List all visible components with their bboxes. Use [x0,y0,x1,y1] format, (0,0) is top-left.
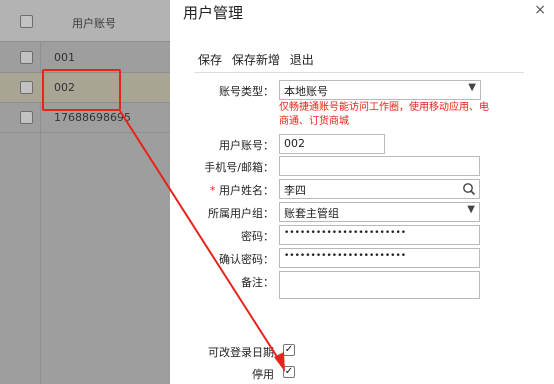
save-button[interactable]: 保存 [198,53,222,67]
account-type-label: 账号类型： [219,85,274,98]
user-management-dialog: 用户管理 × 保存 保存新增 退出 账号类型： 本地账号 ▼ 仅畅捷通账号能访问… [170,0,554,384]
toolbar: 保存 保存新增 退出 [198,51,320,68]
highlight-box [42,69,121,111]
dialog-title: 用户管理 [183,4,244,22]
phone-email-input[interactable] [279,156,480,176]
password-label: 密码： [241,230,274,243]
disabled-checkbox[interactable]: ✓ [283,366,295,378]
account-type-note: 仅畅捷通账号能访问工作圈，使用移动应用、电商通、订货商城 [279,102,489,127]
close-icon[interactable]: × [534,2,546,18]
user-name-value: 李四 [284,184,306,197]
confirm-password-label: 确认密码： [219,253,274,266]
search-icon[interactable] [462,182,476,196]
disabled-label: 停用 [252,368,274,381]
exit-button[interactable]: 退出 [290,53,314,67]
confirm-password-input[interactable]: ••••••••••••••••••••••• [279,248,480,268]
row-checkbox[interactable] [20,81,33,94]
select-all-checkbox[interactable] [20,15,33,28]
list-header: 用户账号 [0,0,170,42]
user-group-select[interactable]: 账套主管组 ▼ [279,202,480,222]
user-list-background: 用户账号 001 002 17688698695 [0,0,170,384]
account-type-select[interactable]: 本地账号 ▼ [279,80,481,100]
row-account: 001 [54,51,75,64]
toolbar-divider [194,72,524,73]
user-name-label-text: 用户姓名： [219,184,274,197]
user-group-value: 账套主管组 [284,207,339,220]
user-account-label: 用户账号： [219,139,274,152]
password-input[interactable]: ••••••••••••••••••••••• [279,225,480,245]
chevron-down-icon: ▼ [468,82,476,93]
row-account: 17688698695 [54,111,131,124]
screen: 用户账号 001 002 17688698695 用户管理 × 保存 保存新增 … [0,0,554,384]
user-account-input[interactable]: 002 [279,134,385,154]
chevron-down-icon: ▼ [467,204,475,215]
login-date-label: 可改登录日期 [208,346,274,359]
column-header-user-account: 用户账号 [72,17,116,30]
user-name-label: * 用户姓名： [170,182,274,198]
row-checkbox[interactable] [20,111,33,124]
user-name-input[interactable]: 李四 [279,179,480,199]
remark-textarea[interactable] [279,271,480,299]
account-type-value: 本地账号 [284,85,328,98]
login-date-checkbox[interactable]: ✓ [283,344,295,356]
phone-email-label: 手机号/邮箱： [204,161,274,174]
remark-label: 备注： [241,276,274,289]
save-new-button[interactable]: 保存新增 [232,53,280,67]
user-group-label: 所属用户组： [208,207,274,220]
required-marker: * [210,184,219,197]
row-checkbox[interactable] [20,51,33,64]
